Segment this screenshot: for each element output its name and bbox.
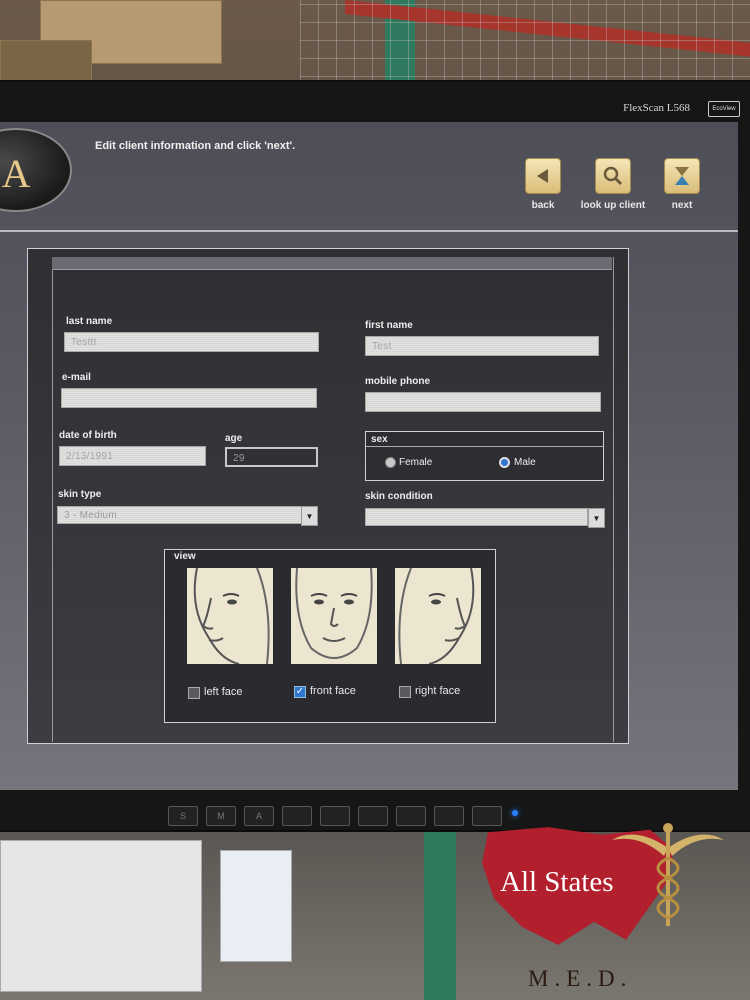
bezel-button[interactable]: A — [244, 806, 274, 826]
female-radio[interactable] — [385, 457, 396, 468]
instruction-text: Edit client information and click 'next'… — [95, 140, 296, 152]
bezel-button[interactable] — [282, 806, 312, 826]
first-name-label: first name — [365, 320, 413, 331]
last-name-label: last name — [66, 316, 113, 327]
look-up-client-label: look up client — [580, 200, 646, 211]
screen: SIA Edit client information and click 'n… — [0, 122, 738, 790]
bezel-button[interactable] — [396, 806, 426, 826]
next-button[interactable]: next — [647, 158, 717, 211]
monitor-brand: FlexScan L568 — [623, 102, 690, 114]
power-button[interactable] — [472, 806, 502, 826]
bezel-button[interactable]: S — [168, 806, 198, 826]
white-box — [0, 840, 202, 992]
caduceus-icon — [612, 823, 724, 926]
white-box — [220, 850, 292, 962]
mobile-phone-field[interactable] — [365, 392, 601, 412]
male-radio[interactable] — [499, 457, 510, 468]
mobile-phone-label: mobile phone — [365, 376, 430, 387]
date-of-birth-label: date of birth — [59, 430, 117, 441]
header-divider — [0, 230, 738, 232]
look-up-client-button[interactable]: look up client — [578, 158, 648, 211]
skin-condition-dropdown-arrow[interactable]: ▼ — [588, 508, 605, 528]
skin-type-dropdown-arrow[interactable]: ▼ — [301, 506, 318, 526]
bezel-button[interactable] — [320, 806, 350, 826]
back-button[interactable]: back — [508, 158, 578, 211]
sex-group: sex Female Male — [365, 431, 604, 481]
age-field[interactable]: 29 — [225, 447, 318, 467]
client-form-panel: last name Testtt first name Test e-mail … — [27, 248, 629, 744]
left-face-checkbox[interactable] — [188, 687, 200, 699]
watermark-title: All States — [500, 866, 614, 898]
left-face-label: left face — [204, 686, 243, 698]
skin-type-label: skin type — [58, 489, 102, 500]
right-face-label: right face — [415, 685, 461, 697]
first-name-field[interactable]: Test — [365, 336, 599, 356]
front-face-checkbox[interactable]: ✓ — [294, 686, 306, 698]
hourglass-icon — [664, 158, 700, 194]
left-face-thumbnail[interactable] — [187, 568, 273, 664]
sex-label: sex — [371, 434, 388, 445]
skin-condition-label: skin condition — [365, 491, 433, 502]
view-label: view — [174, 551, 196, 562]
power-led — [512, 810, 518, 816]
right-face-checkbox[interactable] — [399, 686, 411, 698]
male-label: Male — [514, 457, 536, 468]
bezel-button[interactable] — [358, 806, 388, 826]
right-face-thumbnail[interactable] — [395, 568, 481, 664]
email-field[interactable] — [61, 388, 317, 408]
watermark-subtitle: M.E.D. — [528, 966, 633, 991]
magnifier-icon — [595, 158, 631, 194]
date-of-birth-field[interactable]: 2/13/1991 — [59, 446, 206, 466]
eco-badge: EcoView — [708, 101, 740, 117]
back-label: back — [531, 200, 555, 211]
female-label: Female — [399, 457, 433, 468]
form-header-bar — [52, 257, 612, 270]
rack-post — [424, 832, 456, 1000]
last-name-field[interactable]: Testtt — [64, 332, 319, 352]
view-group: view left face ✓ front face right face — [164, 549, 496, 723]
bezel-button[interactable] — [434, 806, 464, 826]
skin-condition-select[interactable] — [365, 508, 588, 526]
left-arrow-icon — [525, 158, 561, 194]
age-label: age — [225, 433, 243, 444]
app-logo: SIA — [0, 128, 72, 212]
front-face-label: front face — [310, 685, 356, 697]
logo-text: SIA — [0, 151, 32, 196]
skin-type-select[interactable]: 3 - Medium — [57, 506, 302, 524]
bezel-button[interactable]: M — [206, 806, 236, 826]
email-label: e-mail — [62, 372, 91, 383]
next-label: next — [671, 200, 693, 211]
front-face-thumbnail[interactable] — [291, 568, 377, 664]
